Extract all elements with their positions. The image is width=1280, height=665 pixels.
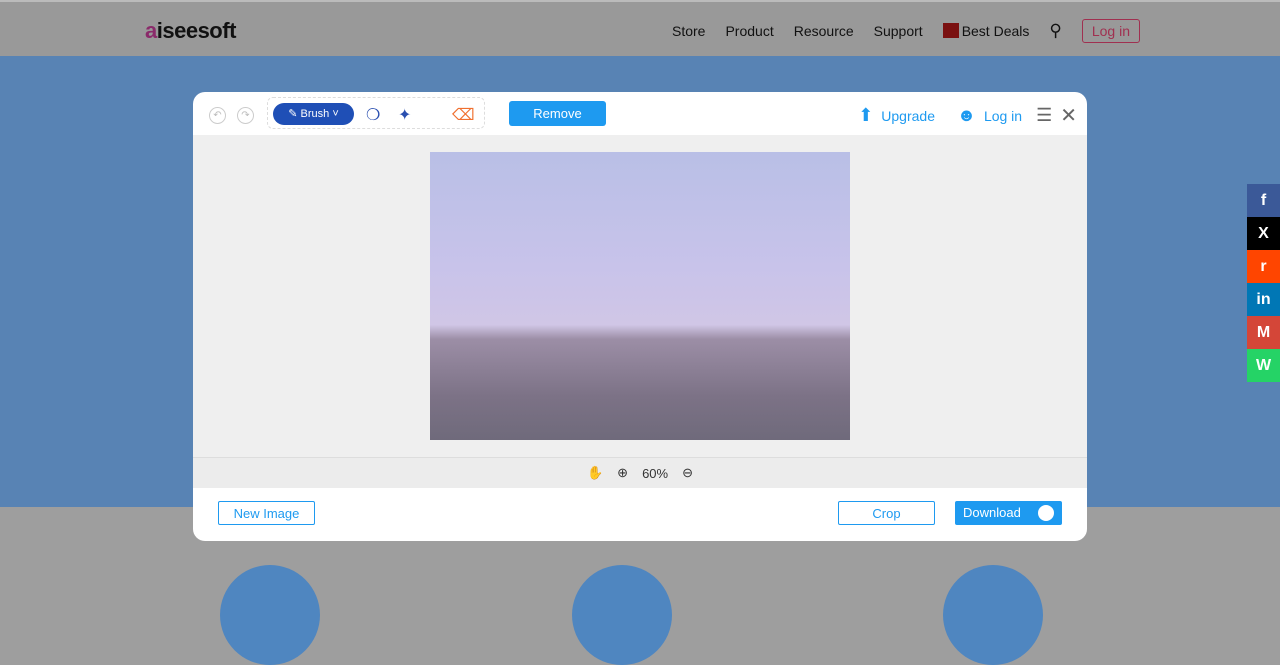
upgrade-button[interactable]: Upgrade [881,108,935,124]
user-icon: ☻ [956,105,976,125]
remove-button[interactable]: Remove [509,101,606,126]
zoom-level: 60% [642,465,669,481]
crop-button[interactable]: Crop [838,501,935,525]
facebook-icon[interactable]: f [1247,184,1280,217]
linkedin-icon[interactable]: in [1247,283,1280,316]
nav-support[interactable]: Support [874,23,923,39]
feature-icon [943,565,1043,665]
image-canvas[interactable] [193,135,1087,457]
close-icon[interactable]: ✕ [1060,103,1077,128]
tool-group: ✎ Brush ˅ ❍ ✦ ⌫ [267,97,485,129]
nav-store[interactable]: Store [672,23,705,39]
logo[interactable]: aaiseesoftiseesoft [145,18,236,44]
download-button[interactable]: Download [955,501,1062,525]
feature-icon [572,565,672,665]
polygon-lasso-icon[interactable]: ✦ [398,105,411,125]
upgrade-icon: ⬆ [858,105,874,125]
zoom-bar: ✋ ⊕ 60% ⊖ [193,457,1087,488]
site-header: aaiseesoftiseesoft Store Product Resourc… [0,0,1280,56]
menu-icon[interactable]: ☰ [1036,105,1052,126]
zoom-in-icon[interactable]: ⊕ [617,465,628,481]
hand-icon[interactable]: ✋ [587,465,603,481]
login-button[interactable]: Log in [1081,19,1140,43]
feature-icon [220,565,320,665]
zoom-out-icon[interactable]: ⊖ [682,465,693,481]
editor-toolbar: ↶ ↷ ✎ Brush ˅ ❍ ✦ ⌫ Remove ⬆ Upgrade ☻ L… [193,92,1087,135]
redo-icon[interactable]: ↷ [237,107,254,124]
lasso-icon[interactable]: ❍ [366,105,380,125]
social-share-bar: f X r in M W [1247,184,1280,382]
search-icon[interactable]: ⚲ [1049,21,1061,41]
editor-login-button[interactable]: Log in [984,108,1022,124]
gmail-icon[interactable]: M [1247,316,1280,349]
reddit-icon[interactable]: r [1247,250,1280,283]
nav-product[interactable]: Product [725,23,773,39]
x-icon[interactable]: X [1247,217,1280,250]
nav-best-deals[interactable]: Best Deals [942,23,1029,39]
gift-icon [942,23,959,38]
eraser-icon[interactable]: ⌫ [452,105,475,125]
brush-button[interactable]: ✎ Brush ˅ [273,103,354,125]
nav-resource[interactable]: Resource [794,23,854,39]
undo-icon[interactable]: ↶ [209,107,226,124]
clock-icon[interactable] [1038,505,1054,521]
new-image-button[interactable]: New Image [218,501,315,525]
edited-image[interactable] [430,152,850,440]
editor-modal: ↶ ↷ ✎ Brush ˅ ❍ ✦ ⌫ Remove ⬆ Upgrade ☻ L… [193,92,1087,541]
whatsapp-icon[interactable]: W [1247,349,1280,382]
